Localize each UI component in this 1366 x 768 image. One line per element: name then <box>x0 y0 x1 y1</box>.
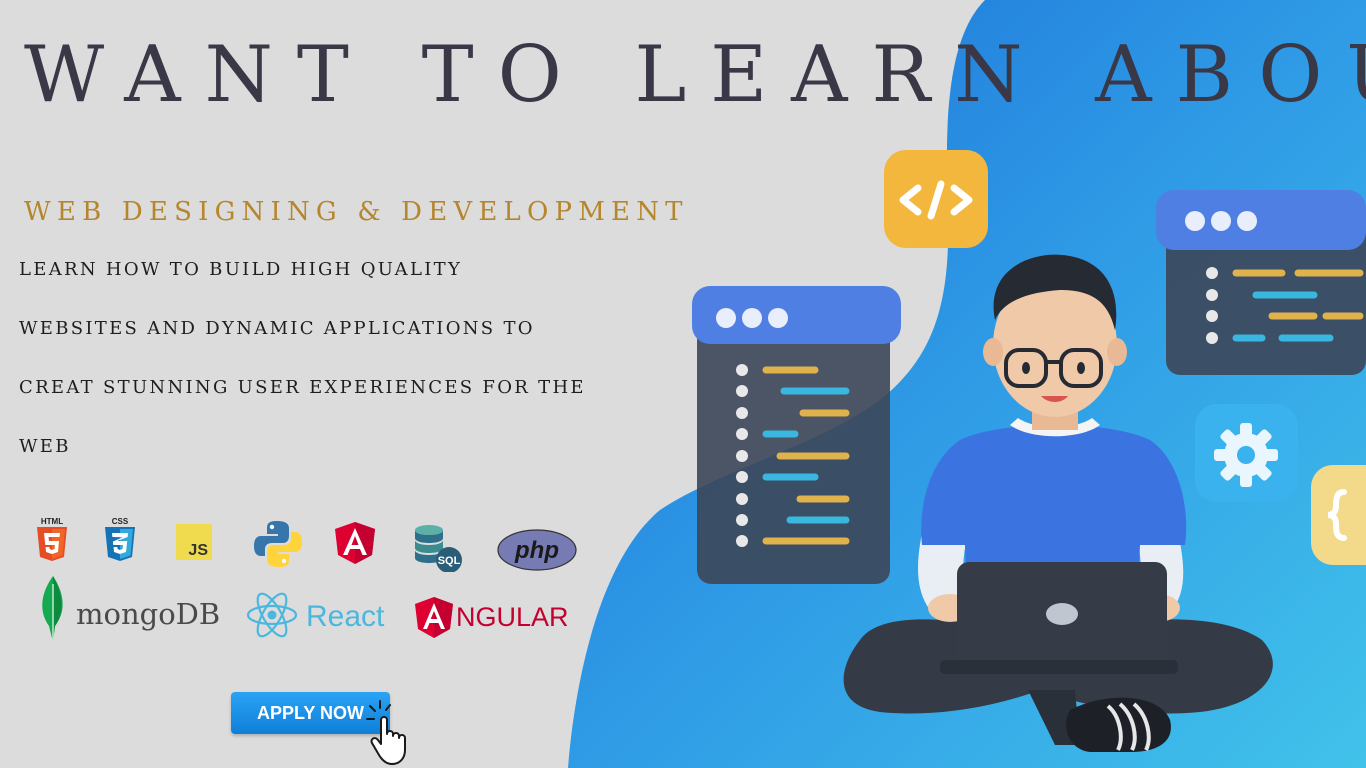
description: LEARN HOW TO BUILD HIGH QUALITY WEBSITES… <box>19 253 719 489</box>
developer-illustration <box>692 150 1366 752</box>
html5-icon: HTML <box>34 516 70 562</box>
react-atom-icon <box>246 591 298 639</box>
database-icon: SQL <box>413 524 465 572</box>
html5-label: HTML <box>41 517 63 526</box>
js-label: JS <box>188 542 208 559</box>
css3-label: CSS <box>112 517 129 526</box>
code-tag-icon <box>884 150 988 248</box>
angular-wordmark: NGULAR <box>456 602 569 632</box>
headline: WANT TO LEARN ABOUT <box>24 30 1366 120</box>
js-icon: JS <box>176 524 212 560</box>
subheading: WEB DESIGNING & DEVELOPMENT <box>24 197 689 227</box>
sql-label: SQL <box>438 555 461 567</box>
code-window-left <box>692 286 901 584</box>
shoe <box>1066 697 1171 752</box>
description-line: WEBSITES AND DYNAMIC APPLICATIONS TO <box>19 318 535 339</box>
angular-icon <box>334 521 376 565</box>
php-label: php <box>514 537 559 564</box>
mongodb-leaf-icon <box>35 574 71 644</box>
mongodb-wordmark: mongoDB <box>76 597 221 631</box>
description-line: LEARN HOW TO BUILD HIGH QUALITY <box>19 259 463 280</box>
css3-icon: CSS <box>102 516 138 562</box>
pointer-hand-icon <box>366 700 406 765</box>
code-window-right <box>1156 190 1366 375</box>
braces-icon <box>1311 465 1366 565</box>
php-logo: php <box>497 529 577 571</box>
python-icon <box>252 518 304 570</box>
laptop <box>940 562 1178 674</box>
angular-wordmark-icon <box>414 596 454 640</box>
description-line: CREAT STUNNING USER EXPERIENCES FOR THE <box>19 377 586 398</box>
description-line: WEB <box>19 436 71 457</box>
react-wordmark: React <box>306 600 385 633</box>
gear-icon <box>1195 404 1298 502</box>
banner: WANT TO LEARN ABOUT WEB DESIGNING & DEVE… <box>0 0 1366 768</box>
